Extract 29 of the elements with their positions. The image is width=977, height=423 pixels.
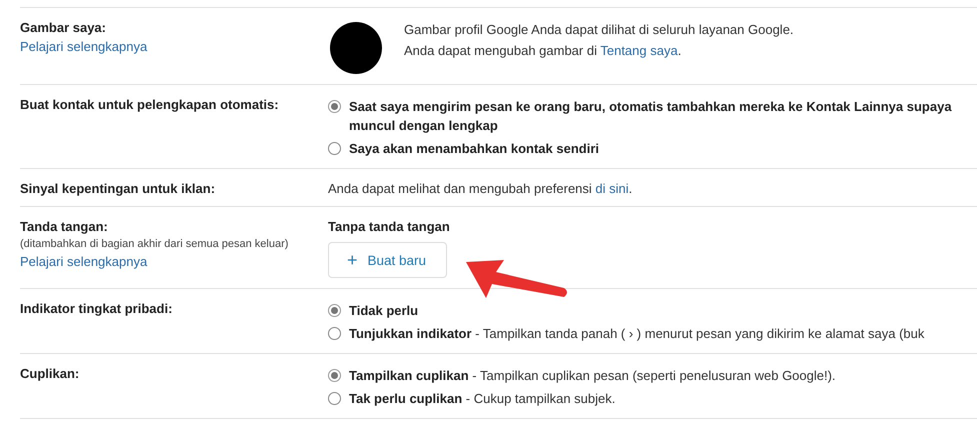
create-new-button[interactable]: + Buat baru (328, 242, 448, 278)
description-text: Gambar profil Google Anda dapat dilihat di seluruh layanan Google. (404, 22, 794, 37)
option-label: Tidak perlu (349, 302, 418, 320)
description-text: Anda dapat melihat dan mengubah preferensi di sini. (328, 181, 634, 196)
radio-button[interactable] (328, 142, 341, 155)
setting-label: Gambar saya: (20, 20, 107, 35)
setting-label: Cuplikan: (20, 366, 80, 381)
option-label: Saat saya mengirim pesan ke orang baru, otomatis tambahkan mereka ke Kontak Lainnya supaya muncul dengan lengkap (349, 98, 952, 135)
setting-label: Sinyal kepentingan untuk iklan: (20, 181, 216, 196)
setting-note: (ditambahkan di bagian akhir dari semua pesan keluar) (20, 238, 290, 250)
setting-label: Buat kontak untuk pelengkapan otomatis: (20, 97, 280, 112)
option-label: Saya akan menambahkan kontak sendiri (349, 140, 599, 158)
radio-button[interactable] (328, 369, 341, 382)
option-label: Tunjukkan indikator - Tampilkan tanda panah ( › ) menurut pesan yang dikirim ke alamat saya (buk (349, 325, 924, 343)
option-label: Tak perlu cuplikan - Cukup tampilkan subjek. (349, 390, 616, 408)
setting-label: Indikator tingkat pribadi: (20, 301, 174, 316)
radio-button[interactable] (328, 327, 341, 340)
learn-more-link[interactable]: Pelajari selengkapnya (20, 39, 328, 54)
option-label: Tampilkan cuplikan - Tampilkan cuplikan pesan (seperti penelusuran web Google!). (349, 367, 836, 385)
about-me-link[interactable]: Tentang saya (600, 43, 678, 58)
radio-button[interactable] (328, 304, 341, 317)
description-text: Anda dapat mengubah gambar di Tentang saya. (404, 43, 682, 58)
learn-more-link[interactable]: Pelajari selengkapnya (20, 254, 328, 269)
here-link[interactable]: di sini (595, 181, 629, 196)
radio-button[interactable] (328, 392, 341, 405)
radio-button[interactable] (328, 100, 341, 113)
avatar[interactable] (330, 22, 382, 74)
setting-label: Tanda tangan: (20, 219, 109, 234)
signature-status: Tanpa tanda tangan (328, 219, 451, 234)
